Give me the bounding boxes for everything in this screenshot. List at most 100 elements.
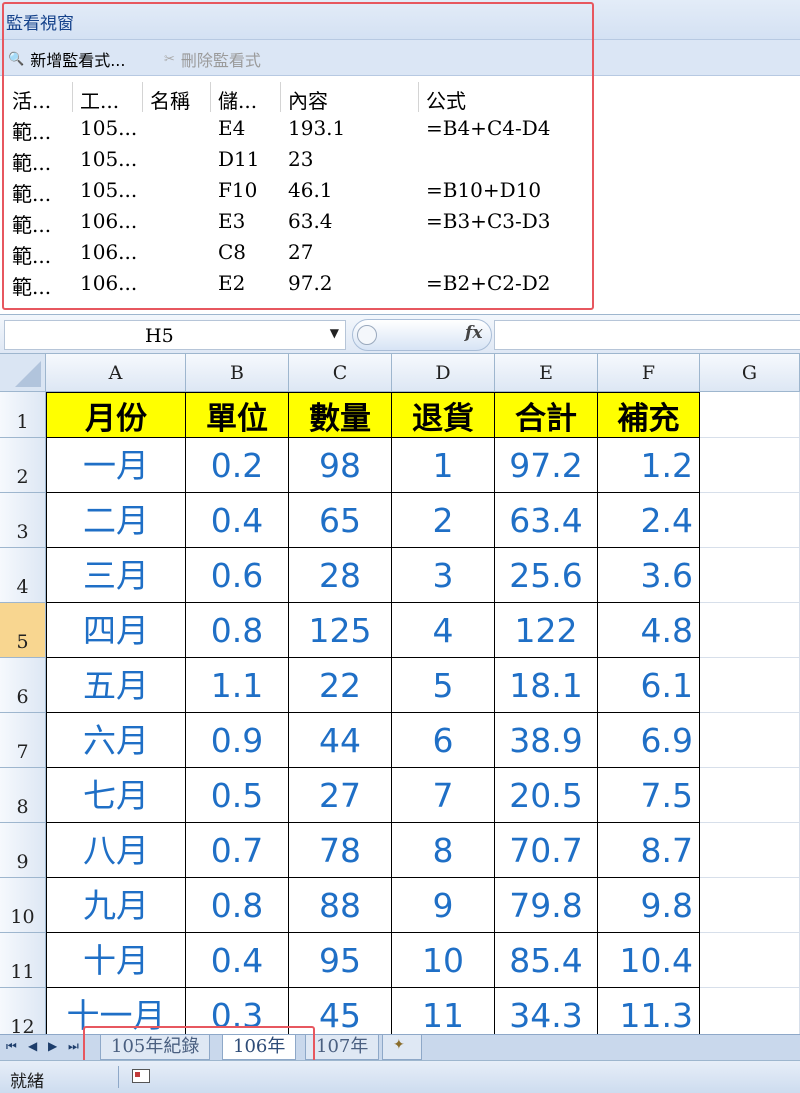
row-header[interactable]: 4 bbox=[0, 548, 46, 603]
row-header[interactable]: 6 bbox=[0, 658, 46, 713]
table-cell[interactable]: 八月 bbox=[46, 823, 186, 878]
table-cell[interactable]: 25.6 bbox=[495, 548, 598, 603]
empty-cell[interactable] bbox=[700, 713, 800, 768]
table-cell[interactable]: 十一月 bbox=[46, 988, 186, 1034]
row-header[interactable]: 10 bbox=[0, 878, 46, 933]
table-cell[interactable]: 125 bbox=[289, 603, 392, 658]
table-cell[interactable]: 一月 bbox=[46, 438, 186, 493]
table-cell[interactable]: 0.2 bbox=[186, 438, 289, 493]
table-cell[interactable]: 3.6 bbox=[598, 548, 700, 603]
insert-sheet-button[interactable]: ✦ bbox=[382, 1035, 422, 1060]
delete-watch-button[interactable]: ✂ 刪除監看式 bbox=[164, 47, 261, 71]
table-cell[interactable]: 七月 bbox=[46, 768, 186, 823]
table-cell[interactable]: 0.4 bbox=[186, 493, 289, 548]
table-cell[interactable]: 7.5 bbox=[598, 768, 700, 823]
table-cell[interactable]: 38.9 bbox=[495, 713, 598, 768]
table-cell[interactable]: 95 bbox=[289, 933, 392, 988]
splitter-handle[interactable] bbox=[357, 325, 377, 345]
table-cell[interactable]: 85.4 bbox=[495, 933, 598, 988]
formula-input[interactable] bbox=[494, 320, 800, 350]
empty-cell[interactable] bbox=[700, 988, 800, 1034]
table-cell[interactable]: 0.9 bbox=[186, 713, 289, 768]
table-cell[interactable]: 0.6 bbox=[186, 548, 289, 603]
table-cell[interactable]: 70.7 bbox=[495, 823, 598, 878]
sheet-tab-105[interactable]: 105年紀錄 bbox=[100, 1035, 211, 1060]
table-cell[interactable]: 18.1 bbox=[495, 658, 598, 713]
table-cell[interactable]: 8.7 bbox=[598, 823, 700, 878]
table-cell[interactable]: 6 bbox=[392, 713, 495, 768]
watch-col-value[interactable]: 內容 bbox=[288, 85, 328, 114]
table-cell[interactable]: 0.7 bbox=[186, 823, 289, 878]
table-cell[interactable]: 7 bbox=[392, 768, 495, 823]
column-header-g[interactable]: G bbox=[700, 354, 800, 392]
table-cell[interactable]: 9.8 bbox=[598, 878, 700, 933]
table-cell[interactable]: 六月 bbox=[46, 713, 186, 768]
column-header-d[interactable]: D bbox=[392, 354, 495, 392]
watch-col-book[interactable]: 活... bbox=[12, 85, 51, 114]
table-cell[interactable]: 9 bbox=[392, 878, 495, 933]
table-cell[interactable]: 4 bbox=[392, 603, 495, 658]
row-header[interactable]: 2 bbox=[0, 438, 46, 493]
add-watch-button[interactable]: 🔍 新增監看式... bbox=[8, 47, 125, 71]
table-cell[interactable]: 3 bbox=[392, 548, 495, 603]
watch-col-formula[interactable]: 公式 bbox=[426, 85, 466, 114]
sheet-tab-106[interactable]: 106年 bbox=[222, 1035, 297, 1060]
watch-col-name[interactable]: 名稱 bbox=[150, 85, 190, 114]
table-cell[interactable]: 1 bbox=[392, 438, 495, 493]
table-header-cell[interactable]: 合計 bbox=[495, 392, 598, 438]
column-header-c[interactable]: C bbox=[289, 354, 392, 392]
select-all-button[interactable] bbox=[0, 354, 46, 392]
table-cell[interactable]: 122 bbox=[495, 603, 598, 658]
table-cell[interactable]: 10 bbox=[392, 933, 495, 988]
watch-col-cell[interactable]: 儲... bbox=[218, 85, 257, 114]
table-cell[interactable]: 11.3 bbox=[598, 988, 700, 1034]
table-cell[interactable]: 1.2 bbox=[598, 438, 700, 493]
row-header[interactable]: 7 bbox=[0, 713, 46, 768]
prev-sheet-icon[interactable]: ◀ bbox=[28, 1039, 37, 1053]
table-cell[interactable]: 10.4 bbox=[598, 933, 700, 988]
watch-row[interactable]: 範... 106... C8 27 bbox=[6, 237, 796, 268]
table-cell[interactable]: 二月 bbox=[46, 493, 186, 548]
table-cell[interactable]: 6.9 bbox=[598, 713, 700, 768]
watch-row[interactable]: 範... 106... E3 63.4 =B3+C3-D3 bbox=[6, 206, 796, 237]
table-header-cell[interactable]: 數量 bbox=[289, 392, 392, 438]
table-cell[interactable]: 6.1 bbox=[598, 658, 700, 713]
column-header-f[interactable]: F bbox=[598, 354, 700, 392]
next-sheet-icon[interactable]: ▶ bbox=[48, 1039, 57, 1053]
row-header[interactable]: 12 bbox=[0, 988, 46, 1034]
watch-col-sheet[interactable]: 工... bbox=[80, 85, 119, 114]
table-cell[interactable]: 27 bbox=[289, 768, 392, 823]
row-header[interactable]: 1 bbox=[0, 392, 46, 438]
name-box[interactable]: H5 ▼ bbox=[4, 320, 346, 350]
empty-cell[interactable] bbox=[700, 603, 800, 658]
empty-cell[interactable] bbox=[700, 548, 800, 603]
table-cell[interactable]: 22 bbox=[289, 658, 392, 713]
watch-row[interactable]: 範... 105... D11 23 bbox=[6, 144, 796, 175]
table-cell[interactable]: 44 bbox=[289, 713, 392, 768]
table-cell[interactable]: 0.4 bbox=[186, 933, 289, 988]
table-cell[interactable]: 63.4 bbox=[495, 493, 598, 548]
table-header-cell[interactable]: 退貨 bbox=[392, 392, 495, 438]
table-cell[interactable]: 11 bbox=[392, 988, 495, 1034]
table-cell[interactable]: 88 bbox=[289, 878, 392, 933]
empty-cell[interactable] bbox=[700, 658, 800, 713]
table-cell[interactable]: 1.1 bbox=[186, 658, 289, 713]
table-cell[interactable]: 2.4 bbox=[598, 493, 700, 548]
table-header-cell[interactable]: 補充 bbox=[598, 392, 700, 438]
fx-icon[interactable]: fx bbox=[465, 323, 482, 343]
table-header-cell[interactable]: 單位 bbox=[186, 392, 289, 438]
table-cell[interactable]: 34.3 bbox=[495, 988, 598, 1034]
row-header[interactable]: 3 bbox=[0, 493, 46, 548]
table-header-cell[interactable]: 月份 bbox=[46, 392, 186, 438]
table-cell[interactable]: 5 bbox=[392, 658, 495, 713]
row-header[interactable]: 9 bbox=[0, 823, 46, 878]
empty-cell[interactable] bbox=[700, 933, 800, 988]
table-cell[interactable]: 65 bbox=[289, 493, 392, 548]
column-header-b[interactable]: B bbox=[186, 354, 289, 392]
table-cell[interactable]: 45 bbox=[289, 988, 392, 1034]
watch-row[interactable]: 範... 105... F10 46.1 =B10+D10 bbox=[6, 175, 796, 206]
empty-cell[interactable] bbox=[700, 438, 800, 493]
row-header[interactable]: 5 bbox=[0, 603, 46, 658]
table-cell[interactable]: 20.5 bbox=[495, 768, 598, 823]
empty-cell[interactable] bbox=[700, 493, 800, 548]
